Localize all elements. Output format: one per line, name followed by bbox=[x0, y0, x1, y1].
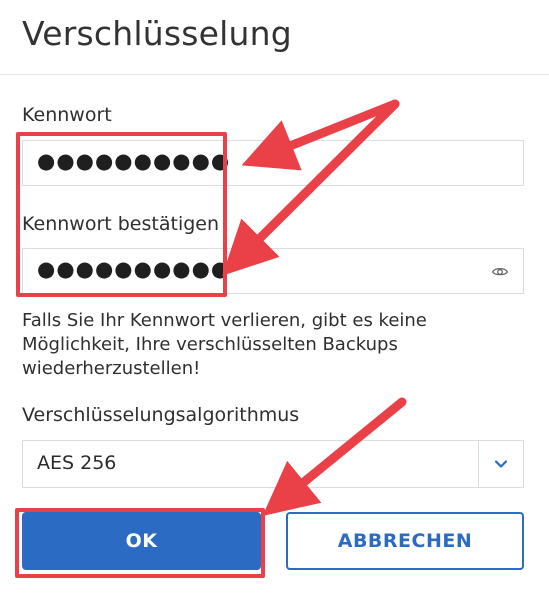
cancel-button[interactable]: ABBRECHEN bbox=[286, 512, 524, 570]
annotation-highlight-box-passwords bbox=[16, 132, 227, 297]
password-label: Kennwort bbox=[22, 104, 112, 126]
eye-icon[interactable] bbox=[491, 263, 509, 281]
password-warning-text: Falls Sie Ihr Kennwort verlieren, gibt e… bbox=[22, 310, 427, 379]
dialog-header: Verschlüsselung bbox=[0, 0, 549, 75]
annotation-highlight-box-ok bbox=[15, 508, 265, 578]
algorithm-value: AES 256 bbox=[37, 452, 117, 474]
dialog-title: Verschlüsselung bbox=[22, 14, 292, 53]
chevron-down-icon bbox=[494, 460, 508, 468]
algorithm-select[interactable]: AES 256 bbox=[22, 440, 524, 488]
annotation-arrows bbox=[222, 99, 407, 516]
dropdown-toggle[interactable] bbox=[478, 441, 523, 487]
algorithm-label: Verschlüsselungsalgorithmus bbox=[22, 404, 300, 426]
